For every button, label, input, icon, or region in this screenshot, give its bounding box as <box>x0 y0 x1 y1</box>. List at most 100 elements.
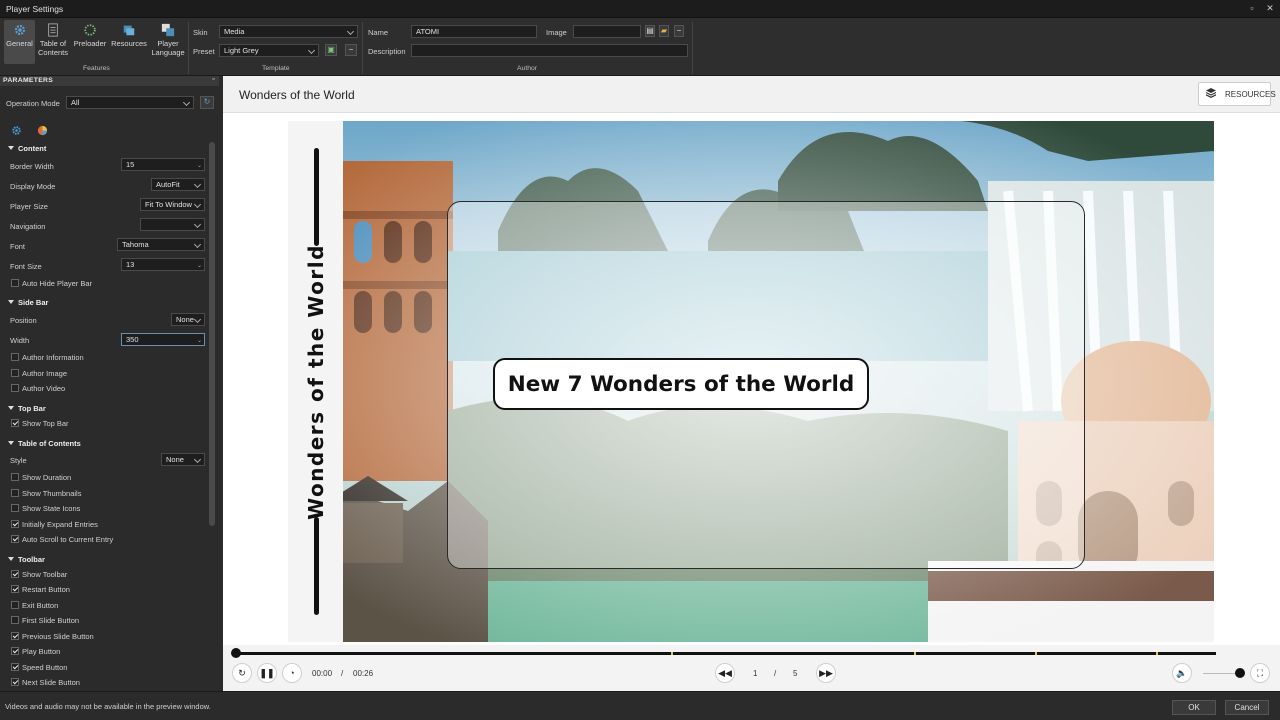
font-label: Font <box>10 242 26 251</box>
show-duration-checkbox[interactable] <box>11 473 19 481</box>
skin-select[interactable]: Media <box>219 25 358 38</box>
speed-button-checkbox[interactable] <box>11 663 19 671</box>
ribbon-toc-button[interactable]: Table of Contents <box>37 20 69 64</box>
restart-icon[interactable]: ↻ <box>232 663 252 683</box>
author-info-checkbox[interactable] <box>11 353 19 361</box>
page-current: 1 <box>753 669 758 678</box>
panel-scrollbar-thumb[interactable] <box>209 142 215 526</box>
progress-track[interactable] <box>236 652 1216 655</box>
play-button-label: Play Button <box>22 647 61 656</box>
pause-icon[interactable]: ❚❚ <box>257 663 277 683</box>
content-section-header[interactable]: Content <box>8 144 46 153</box>
previous-slide-label: Previous Slide Button <box>22 632 94 641</box>
font-select[interactable]: Tahoma <box>117 238 205 251</box>
exit-button-checkbox[interactable] <box>11 601 19 609</box>
border-width-stepper[interactable]: 15 <box>121 158 205 171</box>
show-thumbnails-checkbox[interactable] <box>11 489 19 497</box>
spinner-icon <box>84 24 96 36</box>
navigation-label: Navigation <box>10 222 46 231</box>
style-tab-icon[interactable] <box>37 125 48 136</box>
ribbon-language-label: Player Language <box>151 39 185 57</box>
initially-expand-checkbox[interactable] <box>11 520 19 528</box>
author-image-label: Author Image <box>22 369 68 378</box>
ribbon-preloader-button[interactable]: Preloader <box>72 20 108 64</box>
restart-button-checkbox[interactable] <box>11 585 19 593</box>
panel-header: PARAMETERS ▫ <box>0 76 219 86</box>
first-slide-checkbox[interactable] <box>11 616 19 624</box>
ribbon: General Table of Contents Preloader Reso… <box>0 18 1280 76</box>
ok-button[interactable]: OK <box>1172 700 1216 715</box>
gear-icon <box>14 24 25 36</box>
next-slide-label: Next Slide Button <box>22 678 80 687</box>
author-description-input[interactable] <box>411 44 688 57</box>
position-label: Position <box>10 316 37 325</box>
show-toolbar-checkbox[interactable] <box>11 570 19 578</box>
layers-icon <box>1206 88 1216 98</box>
show-top-bar-checkbox[interactable] <box>11 419 19 427</box>
progress-knob[interactable] <box>231 648 241 658</box>
play-button-checkbox[interactable] <box>11 647 19 655</box>
toolbar-section-header[interactable]: Toolbar <box>8 555 45 564</box>
next-slide-checkbox[interactable] <box>11 678 19 686</box>
author-image-checkbox[interactable] <box>11 369 19 377</box>
preset-select[interactable]: Light Grey <box>219 44 319 57</box>
window-title: Player Settings <box>6 4 64 14</box>
ribbon-language-button[interactable]: Player Language <box>150 20 186 64</box>
save-preset-icon[interactable]: ▣ <box>325 44 337 56</box>
border-width-label: Border Width <box>10 162 54 171</box>
show-state-icons-label: Show State Icons <box>22 504 81 513</box>
speed-icon[interactable]: ◔ <box>282 663 302 683</box>
next-slide-icon[interactable]: ▶▶ <box>816 663 836 683</box>
strip-bar-bottom <box>314 517 319 615</box>
topbar-section-header[interactable]: Top Bar <box>8 404 46 413</box>
display-mode-select[interactable]: AutoFit <box>151 178 205 191</box>
position-select[interactable]: None <box>171 313 205 326</box>
operation-mode-select[interactable]: All <box>66 96 194 109</box>
remove-preset-icon[interactable]: − <box>345 44 357 56</box>
image-browse-icon[interactable]: ▤ <box>645 25 655 37</box>
player-size-select[interactable]: Fit To Window <box>140 198 205 211</box>
refresh-icon[interactable]: ↻ <box>200 96 214 109</box>
time-current: 00:00 <box>312 669 333 678</box>
title-bar: Player Settings ▫ ✕ <box>0 0 1280 18</box>
toc-section-header[interactable]: Table of Contents <box>8 439 81 448</box>
show-state-icons-checkbox[interactable] <box>11 504 19 512</box>
ribbon-general-button[interactable]: General <box>4 20 35 64</box>
slide-marker <box>1156 652 1158 655</box>
previous-slide-checkbox[interactable] <box>11 632 19 640</box>
divider <box>362 22 363 74</box>
close-icon[interactable]: ✕ <box>1263 3 1277 15</box>
settings-tab-icon[interactable] <box>11 125 22 136</box>
font-size-stepper[interactable]: 13 <box>121 258 205 271</box>
features-group-label: Features <box>83 65 110 72</box>
divider <box>188 22 189 74</box>
author-name-input[interactable]: ATOMI <box>411 25 537 38</box>
author-image-input[interactable] <box>573 25 641 38</box>
pin-icon[interactable]: ▫ <box>212 76 215 83</box>
language-icon <box>161 23 175 37</box>
folder-icon[interactable]: ▰ <box>659 25 669 37</box>
slide-headline: New 7 Wonders of the World <box>493 358 869 410</box>
remove-image-icon[interactable]: − <box>674 25 684 37</box>
cancel-button[interactable]: Cancel <box>1225 700 1269 715</box>
author-video-checkbox[interactable] <box>11 384 19 392</box>
navigation-select[interactable] <box>140 218 205 231</box>
resources-icon <box>123 25 135 36</box>
restore-icon[interactable]: ▫ <box>1245 3 1259 15</box>
ribbon-resources-button[interactable]: Resources <box>111 20 147 64</box>
width-stepper[interactable]: 350 <box>121 333 205 346</box>
auto-scroll-checkbox[interactable] <box>11 535 19 543</box>
previous-slide-icon[interactable]: ◀◀ <box>715 663 735 683</box>
show-top-bar-label: Show Top Bar <box>22 419 69 428</box>
toc-style-select[interactable]: None <box>161 453 205 466</box>
parameters-panel: PARAMETERS ▫ Operation Mode All ↻ Conten… <box>0 76 219 691</box>
volume-icon[interactable]: 🔈 <box>1172 663 1192 683</box>
volume-knob[interactable] <box>1235 668 1245 678</box>
sidebar-section-header[interactable]: Side Bar <box>8 298 48 307</box>
strip-bar-top <box>314 148 319 246</box>
fullscreen-icon[interactable]: ⛶ <box>1250 663 1270 683</box>
player-size-label: Player Size <box>10 202 48 211</box>
page-total: 5 <box>793 669 798 678</box>
status-message: Videos and audio may not be available in… <box>5 702 211 711</box>
auto-hide-checkbox[interactable] <box>11 279 19 287</box>
